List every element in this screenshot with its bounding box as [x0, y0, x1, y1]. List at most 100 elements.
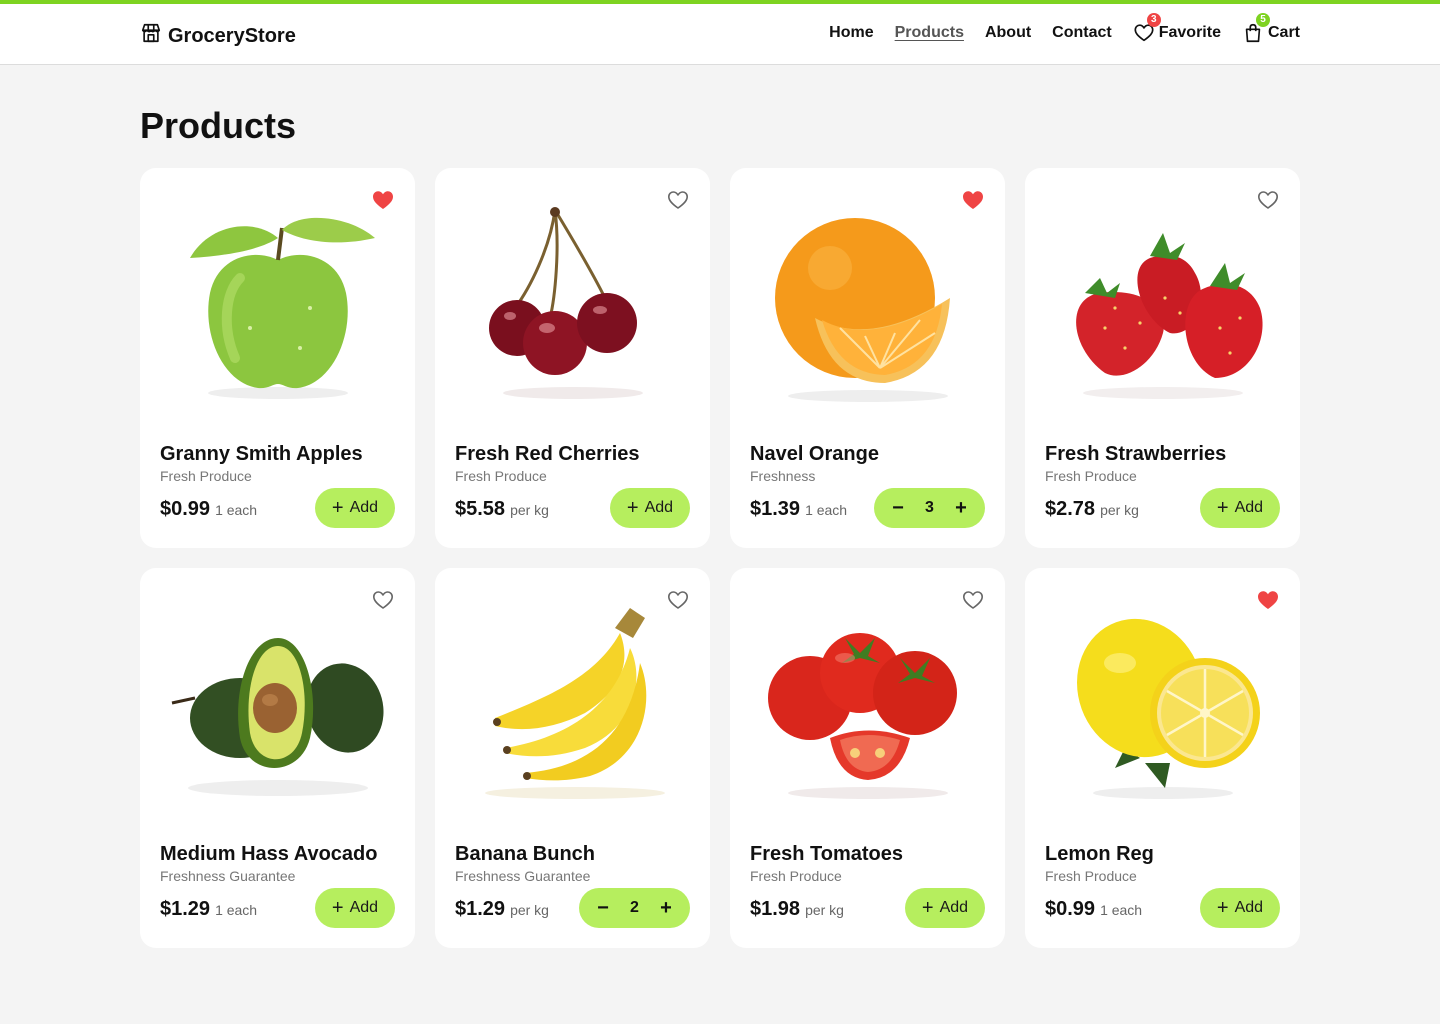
product-card-bananas: Banana Bunch Freshness Guarantee $1.29 p…	[435, 568, 710, 948]
top-navbar: GroceryStore Home Products About Contact…	[0, 0, 1440, 65]
price-row: $2.78 per kg	[1045, 498, 1139, 521]
add-to-cart-button[interactable]: + Add	[1200, 488, 1280, 528]
add-button-label: Add	[939, 899, 969, 916]
bananas-image	[455, 598, 690, 808]
product-unit: 1 each	[215, 502, 258, 518]
product-card-green-apple: Granny Smith Apples Fresh Produce $0.99 …	[140, 168, 415, 548]
add-to-cart-button[interactable]: + Add	[315, 488, 395, 528]
product-category: Fresh Produce	[750, 868, 842, 884]
product-name: Fresh Strawberries	[1045, 443, 1227, 465]
add-to-cart-button[interactable]: + Add	[1200, 888, 1280, 928]
product-price: $2.78	[1045, 498, 1096, 520]
avocado-image	[160, 598, 395, 808]
add-button-label: Add	[349, 899, 379, 916]
add-button-label: Add	[1234, 499, 1264, 516]
product-card-orange: Navel Orange Freshness $1.39 1 each −3 +	[730, 168, 1005, 548]
product-price: $0.99	[160, 498, 211, 520]
product-category: Fresh Produce	[455, 468, 547, 484]
product-card-avocado: Medium Hass Avocado Freshness Guarantee …	[140, 568, 415, 948]
brand-name: GroceryStore	[168, 24, 296, 47]
add-button-label: Add	[1234, 899, 1264, 916]
plus-icon: +	[1216, 897, 1229, 919]
product-unit: per kg	[805, 902, 844, 918]
product-category: Freshness	[750, 468, 816, 484]
product-category: Freshness Guarantee	[455, 868, 591, 884]
plus-icon[interactable]: +	[656, 898, 676, 918]
nav-favorite[interactable]: 3 Favorite	[1133, 13, 1221, 44]
product-unit: per kg	[510, 902, 549, 918]
product-card-cherries: Fresh Red Cherries Fresh Produce $5.58 p…	[435, 168, 710, 548]
product-name: Navel Orange	[750, 443, 879, 465]
product-category: Fresh Produce	[1045, 868, 1137, 884]
product-unit: per kg	[1100, 502, 1139, 518]
product-category: Fresh Produce	[160, 468, 252, 484]
nav-cart[interactable]: 5 Cart	[1242, 13, 1300, 44]
product-price: $1.98	[750, 898, 801, 920]
quantity-value: 2	[630, 899, 639, 916]
price-row: $1.98 per kg	[750, 898, 844, 921]
product-name: Fresh Red Cherries	[455, 443, 640, 465]
product-name: Medium Hass Avocado	[160, 843, 378, 865]
quantity-value: 3	[925, 499, 934, 516]
product-name: Granny Smith Apples	[160, 443, 363, 465]
cherries-image	[455, 198, 690, 408]
quantity-stepper: −2 +	[579, 888, 690, 928]
price-row: $0.99 1 each	[1045, 898, 1142, 921]
orange-image	[750, 198, 985, 408]
price-row: $1.39 1 each	[750, 498, 847, 521]
nav-contact[interactable]: Contact	[1052, 24, 1112, 42]
product-name: Banana Bunch	[455, 843, 596, 865]
product-price: $0.99	[1045, 898, 1096, 920]
product-card-tomatoes: Fresh Tomatoes Fresh Produce $1.98 per k…	[730, 568, 1005, 948]
quantity-stepper: −3 +	[874, 488, 985, 528]
add-to-cart-button[interactable]: + Add	[315, 888, 395, 928]
price-row: $0.99 1 each	[160, 498, 257, 521]
main-nav: Home Products About Contact 3 Favorite 5…	[829, 13, 1300, 44]
product-unit: 1 each	[1100, 902, 1143, 918]
strawberries-image	[1045, 198, 1280, 408]
plus-icon: +	[1216, 497, 1229, 519]
price-row: $5.58 per kg	[455, 498, 549, 521]
product-price: $1.39	[750, 498, 801, 520]
tomatoes-image	[750, 598, 985, 808]
product-category: Fresh Produce	[1045, 468, 1137, 484]
shopping-bag-icon: 5	[1242, 13, 1270, 44]
price-row: $1.29 per kg	[455, 898, 549, 921]
plus-icon: +	[626, 497, 639, 519]
product-card-lemon: Lemon Reg Fresh Produce $0.99 1 each + Ad…	[1025, 568, 1300, 948]
product-price: $1.29	[455, 898, 506, 920]
product-price: $1.29	[160, 898, 211, 920]
plus-icon: +	[331, 497, 344, 519]
product-price: $5.58	[455, 498, 506, 520]
page-title: Products	[140, 105, 297, 146]
brand-logo[interactable]: GroceryStore	[140, 22, 296, 50]
minus-icon[interactable]: −	[888, 498, 908, 518]
green-apple-image	[160, 198, 395, 408]
product-unit: per kg	[510, 502, 549, 518]
favorite-count-badge: 3	[1146, 13, 1161, 27]
nav-favorite-label: Favorite	[1158, 24, 1221, 41]
add-button-label: Add	[349, 499, 379, 516]
minus-icon[interactable]: −	[593, 898, 613, 918]
plus-icon[interactable]: +	[951, 498, 971, 518]
nav-products[interactable]: Products	[895, 24, 964, 42]
nav-home[interactable]: Home	[829, 24, 873, 42]
add-to-cart-button[interactable]: + Add	[905, 888, 985, 928]
product-name: Fresh Tomatoes	[750, 843, 903, 865]
cart-count-badge: 5	[1255, 13, 1270, 27]
price-row: $1.29 1 each	[160, 898, 257, 921]
product-unit: 1 each	[805, 502, 848, 518]
product-grid: Granny Smith Apples Fresh Produce $0.99 …	[140, 168, 1300, 948]
store-icon	[140, 22, 162, 50]
product-name: Lemon Reg	[1045, 843, 1154, 865]
add-button-label: Add	[644, 499, 674, 516]
heart-icon: 3	[1133, 13, 1161, 44]
nav-cart-label: Cart	[1267, 24, 1300, 41]
plus-icon: +	[921, 897, 934, 919]
lemon-image	[1045, 598, 1280, 808]
plus-icon: +	[331, 897, 344, 919]
add-to-cart-button[interactable]: + Add	[610, 488, 690, 528]
product-card-strawberries: Fresh Strawberries Fresh Produce $2.78 p…	[1025, 168, 1300, 548]
nav-about[interactable]: About	[985, 24, 1031, 42]
product-category: Freshness Guarantee	[160, 868, 296, 884]
